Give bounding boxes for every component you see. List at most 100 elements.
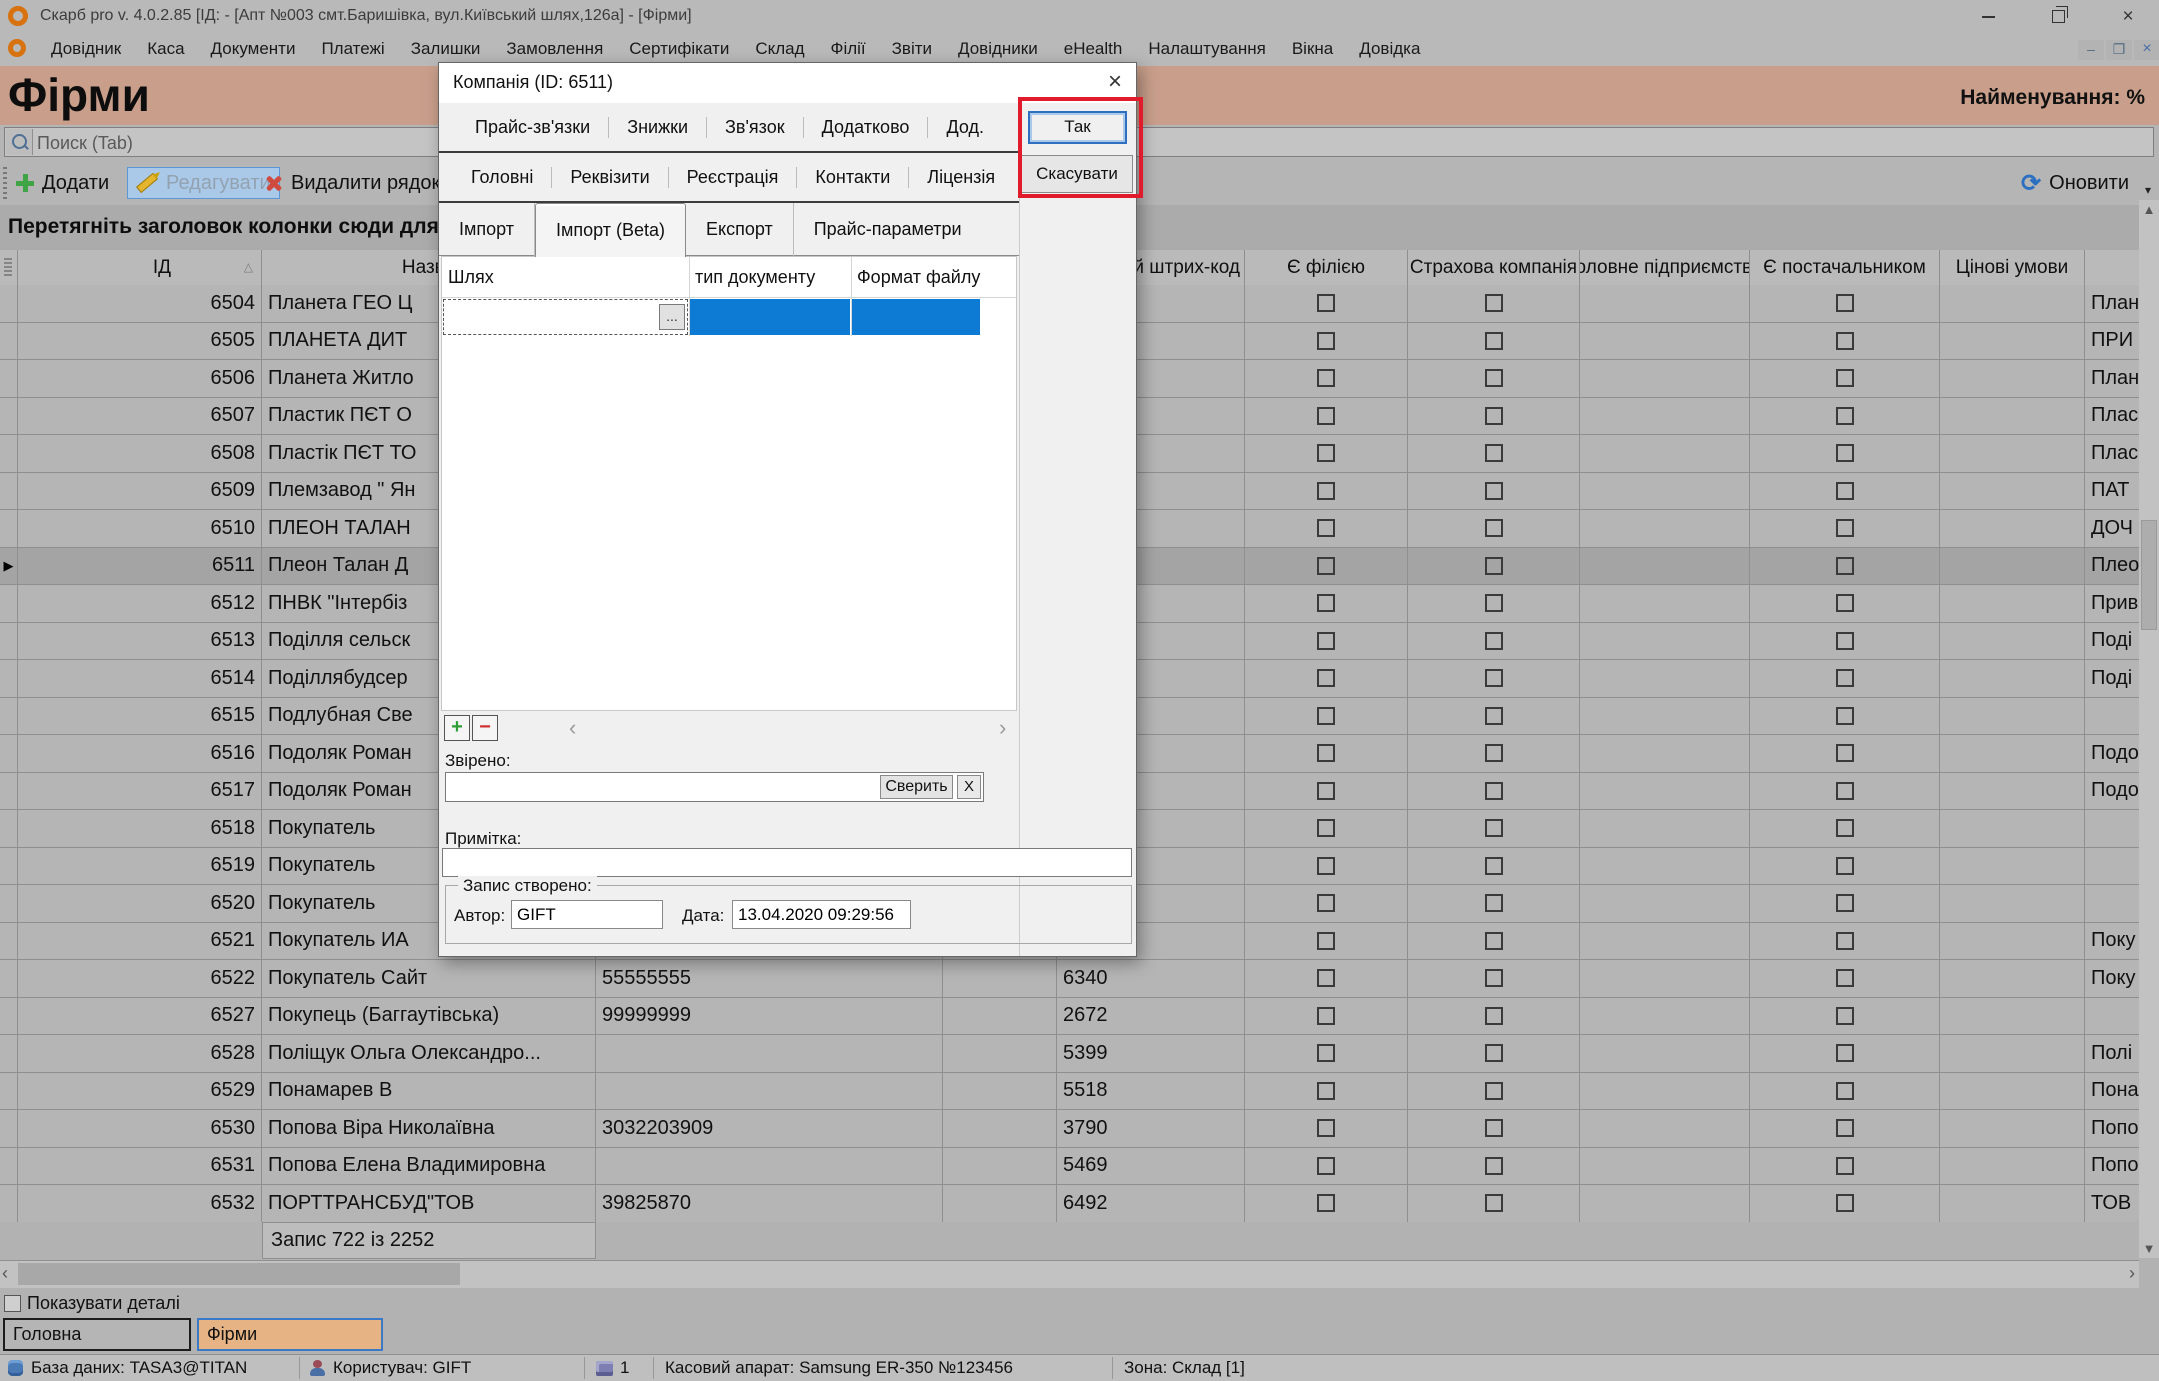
browse-button[interactable]: ...: [659, 304, 685, 330]
column-header-price-terms[interactable]: Цінові умови: [1940, 250, 2085, 285]
date-input[interactable]: [732, 900, 911, 929]
mdi-minimize-button[interactable]: –: [2078, 40, 2104, 60]
insurance-checkbox[interactable]: [1485, 744, 1503, 762]
table-row[interactable]: 6530Попова Віра Николаївна30322039093790…: [0, 1110, 2139, 1148]
scroll-up-arrow[interactable]: ▲: [2139, 202, 2159, 217]
import-col-doctype[interactable]: тип документу: [689, 257, 851, 297]
is-branch-checkbox[interactable]: [1317, 744, 1335, 762]
is-branch-checkbox[interactable]: [1317, 1119, 1335, 1137]
is-supplier-checkbox[interactable]: [1836, 407, 1854, 425]
author-input[interactable]: [511, 900, 663, 929]
is-branch-checkbox[interactable]: [1317, 332, 1335, 350]
vertical-scroll-thumb[interactable]: [2141, 520, 2157, 630]
doctype-selected-cell[interactable]: [690, 299, 850, 335]
format-selected-cell[interactable]: [852, 299, 980, 335]
dialog-tab[interactable]: Дод.: [928, 117, 1002, 138]
dialog-tab[interactable]: Головні: [453, 167, 552, 188]
is-supplier-checkbox[interactable]: [1836, 444, 1854, 462]
is-branch-checkbox[interactable]: [1317, 407, 1335, 425]
menu-item[interactable]: Довідники: [945, 39, 1051, 59]
insurance-checkbox[interactable]: [1485, 782, 1503, 800]
dialog-tab[interactable]: Реквізити: [552, 167, 668, 188]
insurance-checkbox[interactable]: [1485, 932, 1503, 950]
is-supplier-checkbox[interactable]: [1836, 744, 1854, 762]
is-branch-checkbox[interactable]: [1317, 857, 1335, 875]
insurance-checkbox[interactable]: [1485, 669, 1503, 687]
is-branch-checkbox[interactable]: [1317, 969, 1335, 987]
insurance-checkbox[interactable]: [1485, 519, 1503, 537]
is-supplier-checkbox[interactable]: [1836, 707, 1854, 725]
column-header-parent[interactable]: Головне підприємство: [1580, 250, 1750, 285]
table-row[interactable]: 6532ПОРТТРАНСБУД"ТОВ398258706492ТОВ: [0, 1185, 2139, 1222]
table-row[interactable]: 6528Поліщук Ольга Олександро...5399Полі: [0, 1035, 2139, 1073]
insurance-checkbox[interactable]: [1485, 632, 1503, 650]
is-supplier-checkbox[interactable]: [1836, 782, 1854, 800]
is-supplier-checkbox[interactable]: [1836, 294, 1854, 312]
dialog-tab[interactable]: Знижки: [609, 117, 707, 138]
note-input[interactable]: [442, 848, 1132, 877]
is-branch-checkbox[interactable]: [1317, 369, 1335, 387]
column-header-id[interactable]: ІД △: [18, 250, 262, 285]
insurance-checkbox[interactable]: [1485, 1044, 1503, 1062]
dialog-tab[interactable]: Імпорт: [439, 203, 535, 256]
menu-item[interactable]: Замовлення: [493, 39, 616, 59]
is-supplier-checkbox[interactable]: [1836, 819, 1854, 837]
scroll-left-arrow[interactable]: ‹: [2, 1263, 8, 1284]
add-button[interactable]: Додати: [16, 167, 109, 199]
insurance-checkbox[interactable]: [1485, 294, 1503, 312]
dialog-tab[interactable]: Додатково: [804, 117, 929, 138]
dialog-tab[interactable]: Ліцензія: [909, 167, 1013, 188]
dialog-tab[interactable]: Імпорт (Beta): [535, 203, 686, 257]
insurance-checkbox[interactable]: [1485, 819, 1503, 837]
is-supplier-checkbox[interactable]: [1836, 557, 1854, 575]
pager-next-icon[interactable]: ›: [999, 715, 1006, 741]
clear-button[interactable]: X: [957, 775, 981, 799]
path-input-cell[interactable]: ...: [443, 299, 688, 335]
insurance-checkbox[interactable]: [1485, 557, 1503, 575]
menu-item[interactable]: Склад: [742, 39, 817, 59]
is-branch-checkbox[interactable]: [1317, 819, 1335, 837]
insurance-checkbox[interactable]: [1485, 594, 1503, 612]
window-close-button[interactable]: ×: [2106, 4, 2150, 30]
is-branch-checkbox[interactable]: [1317, 1007, 1335, 1025]
column-header-cut[interactable]: [2085, 250, 2139, 285]
dialog-tab[interactable]: Контакти: [797, 167, 909, 188]
menu-item[interactable]: Вікна: [1279, 39, 1346, 59]
is-branch-checkbox[interactable]: [1317, 294, 1335, 312]
is-branch-checkbox[interactable]: [1317, 1157, 1335, 1175]
is-supplier-checkbox[interactable]: [1836, 369, 1854, 387]
is-supplier-checkbox[interactable]: [1836, 894, 1854, 912]
is-branch-checkbox[interactable]: [1317, 669, 1335, 687]
insurance-checkbox[interactable]: [1485, 369, 1503, 387]
table-row[interactable]: 6522Покупатель Сайт555555556340Поку: [0, 960, 2139, 998]
import-col-path[interactable]: Шлях: [442, 257, 689, 297]
window-restore-button[interactable]: [2036, 4, 2080, 30]
mdi-restore-button[interactable]: ❐: [2106, 40, 2132, 60]
insurance-checkbox[interactable]: [1485, 1119, 1503, 1137]
menu-item[interactable]: Довідник: [38, 39, 134, 59]
menu-item[interactable]: Налаштування: [1135, 39, 1279, 59]
is-branch-checkbox[interactable]: [1317, 594, 1335, 612]
is-supplier-checkbox[interactable]: [1836, 669, 1854, 687]
is-supplier-checkbox[interactable]: [1836, 857, 1854, 875]
is-branch-checkbox[interactable]: [1317, 519, 1335, 537]
is-branch-checkbox[interactable]: [1317, 894, 1335, 912]
delete-row-button[interactable]: Видалити рядок: [265, 167, 440, 199]
is-supplier-checkbox[interactable]: [1836, 632, 1854, 650]
dialog-tab[interactable]: Експорт: [686, 203, 794, 256]
is-supplier-checkbox[interactable]: [1836, 482, 1854, 500]
menu-item[interactable]: Платежі: [308, 39, 397, 59]
table-row[interactable]: 6531Попова Елена Владимировна5469Попо: [0, 1148, 2139, 1186]
mdi-close-button[interactable]: ×: [2134, 40, 2159, 60]
show-details-checkbox[interactable]: [4, 1295, 21, 1312]
insurance-checkbox[interactable]: [1485, 1194, 1503, 1212]
tab-home[interactable]: Головна: [3, 1318, 191, 1351]
vertical-scrollbar[interactable]: ▲ ▼: [2139, 200, 2159, 1258]
is-supplier-checkbox[interactable]: [1836, 519, 1854, 537]
verify-button[interactable]: Сверить: [880, 775, 953, 799]
is-supplier-checkbox[interactable]: [1836, 969, 1854, 987]
edit-button[interactable]: Редагувати: [127, 167, 280, 199]
table-row[interactable]: 6529Понамарев В5518Пона: [0, 1073, 2139, 1111]
is-supplier-checkbox[interactable]: [1836, 932, 1854, 950]
insurance-checkbox[interactable]: [1485, 857, 1503, 875]
